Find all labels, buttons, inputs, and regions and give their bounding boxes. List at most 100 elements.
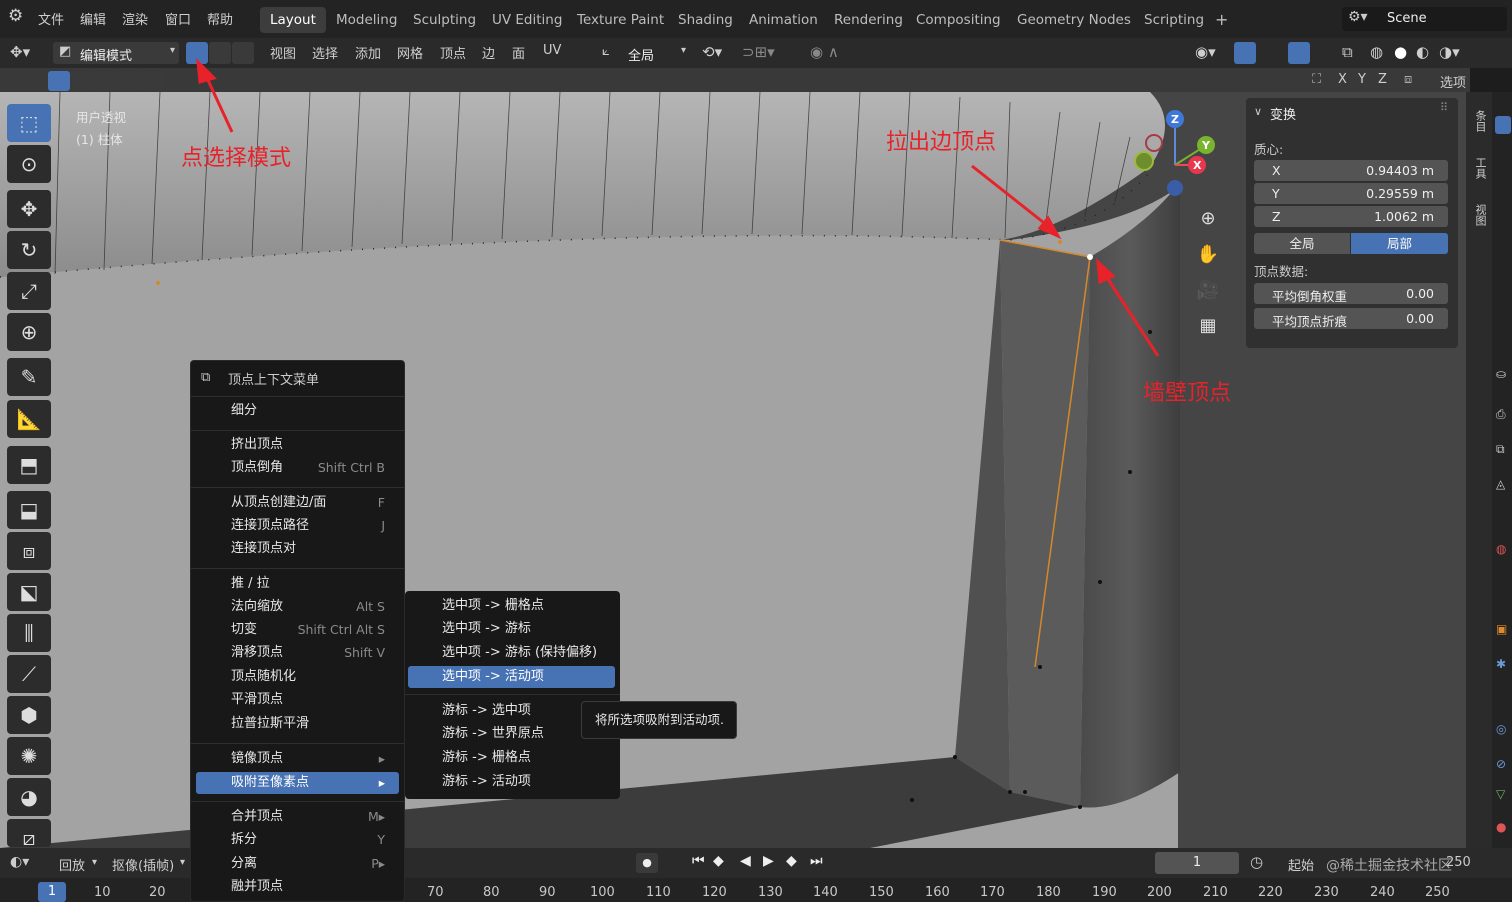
inset-tool[interactable]: ⧈ [7,532,51,570]
tab-item[interactable]: 条目 [1471,110,1487,132]
menu-item-slide-vertices[interactable]: 滑移顶点 Shift V [196,642,399,664]
median-y-field[interactable]: Y 0.29559 m [1254,183,1448,204]
properties-object-icon[interactable]: ▣ [1496,622,1507,636]
scale-tool[interactable]: ⤢ [7,272,51,310]
blender-logo-icon[interactable]: ⚙ [8,6,23,26]
prev-keyframe-icon[interactable]: ◆ [713,853,724,869]
select-intersect-button[interactable] [140,71,162,91]
menu-item-push-pull[interactable]: 推 / 拉 [196,573,399,595]
bevel-weight-field[interactable]: 平均倒角权重 0.00 [1254,283,1448,304]
tab-scripting[interactable]: Scripting [1134,7,1214,33]
mirror-z-toggle[interactable]: Z [1378,72,1387,87]
tab-shading[interactable]: Shading [668,7,743,33]
transform-section-title[interactable]: 变换 [1270,104,1296,123]
tab-compositing[interactable]: Compositing [906,7,1011,33]
jump-start-icon[interactable]: ⏮ [692,853,705,869]
menu-render[interactable]: 渲染 [122,9,148,28]
menu-item-new-edge-face[interactable]: 从顶点创建边/面 F [196,492,399,514]
gizmo-toggle-button[interactable] [1234,42,1256,64]
snap-icon[interactable]: ⊃⊞▾ [742,43,775,61]
menu-item-snap[interactable]: 吸附至像素点 ▸ [196,772,399,794]
tab-geometry-nodes[interactable]: Geometry Nodes [1007,7,1141,33]
submenu-item-cursor-to-grid[interactable]: 游标 -> 栅格点 [408,747,615,769]
submenu-item-selection-to-grid[interactable]: 选中项 -> 栅格点 [408,595,615,617]
overlay-toggle-button[interactable] [1288,42,1310,64]
shading-solid-icon[interactable]: ● [1394,43,1407,61]
edge-select-mode-button[interactable] [209,42,231,64]
face-select-mode-button[interactable] [232,42,254,64]
menu-item-randomize[interactable]: 顶点随机化 [196,666,399,688]
current-frame-field[interactable]: 1 [1155,852,1239,874]
menu-mesh[interactable]: 网格 [397,43,423,62]
menu-item-shear[interactable]: 切变 Shift Ctrl Alt S [196,619,399,641]
menu-item-merge[interactable]: 合并顶点 M▸ [196,806,399,828]
menu-uv[interactable]: UV [543,43,561,58]
menu-select[interactable]: 选择 [312,43,338,62]
select-invert-button[interactable] [117,71,139,91]
pan-hand-icon[interactable]: ✋ [1193,240,1223,270]
smooth-tool[interactable]: ◕ [7,778,51,816]
annotate-tool[interactable]: ✎ [7,358,51,396]
menu-item-shrink-fatten[interactable]: 法向缩放 Alt S [196,596,399,618]
global-toggle[interactable]: 全局 [1254,233,1350,254]
keying-menu[interactable]: 抠像(插帧) [112,855,174,874]
submenu-item-selection-to-cursor-offset[interactable]: 选中项 -> 游标 (保持偏移) [408,642,615,664]
median-z-field[interactable]: Z 1.0062 m [1254,206,1448,227]
properties-data-icon[interactable]: ▽ [1496,787,1505,801]
mode-selector[interactable]: ◩ 编辑模式 ▾ [53,42,179,64]
menu-face[interactable]: 面 [512,43,525,62]
loop-cut-tool[interactable]: ⫼ [7,614,51,652]
shading-rendered-icon[interactable]: ◑▾ [1439,43,1460,61]
shading-material-icon[interactable]: ◐ [1416,43,1429,61]
tab-tool[interactable]: 工具 [1471,157,1487,179]
crease-field[interactable]: 平均顶点折痕 0.00 [1254,308,1448,329]
visibility-icon[interactable]: ◉▾ [1195,43,1216,61]
submenu-item-selection-to-cursor[interactable]: 选中项 -> 游标 [408,618,615,640]
menu-window[interactable]: 窗口 [165,9,191,28]
mirror-y-toggle[interactable]: Y [1358,72,1366,87]
jump-end-icon[interactable]: ⏭ [810,853,823,869]
properties-render-icon[interactable]: ⛀ [1496,367,1506,381]
menu-view[interactable]: 视图 [270,43,296,62]
tab-modeling[interactable]: Modeling [326,7,407,33]
tab-animation[interactable]: Animation [739,7,828,33]
proportional-editing-icon[interactable]: ◉ ∧ [810,43,839,61]
knife-tool[interactable]: ⟋ [7,655,51,693]
auto-merge-icon[interactable]: ⧈ [1404,72,1412,87]
properties-world-icon[interactable]: ◍ [1496,542,1506,556]
menu-item-mirror[interactable]: 镜像顶点 ▸ [196,748,399,770]
menu-file[interactable]: 文件 [38,9,64,28]
options-dropdown[interactable]: 选项 [1440,72,1466,91]
shading-wireframe-icon[interactable]: ◍ [1370,43,1383,61]
tab-uv-editing[interactable]: UV Editing [482,7,572,33]
menu-item-separate[interactable]: 分离 P▸ [196,853,399,875]
perspective-grid-icon[interactable]: ▦ [1193,311,1223,341]
menu-edit[interactable]: 编辑 [80,9,106,28]
local-toggle[interactable]: 局部 [1351,233,1448,254]
menu-item-split[interactable]: 拆分 Y [196,829,399,851]
drag-handle-icon[interactable]: ⠿ [1440,101,1448,114]
submenu-item-cursor-to-active[interactable]: 游标 -> 活动项 [408,771,615,793]
next-keyframe-icon[interactable]: ◆ [786,853,797,869]
chevron-down-icon[interactable]: ∨ [1254,105,1262,118]
shear-tool[interactable]: ⧄ [7,819,51,850]
play-reverse-icon[interactable]: ◀ [740,853,751,869]
poly-build-tool[interactable]: ⬢ [7,696,51,734]
transform-orientation-selector[interactable]: ⟀ 全局 ▾ [598,42,690,64]
tab-rendering[interactable]: Rendering [824,7,913,33]
add-cube-tool[interactable]: ⬒ [7,446,51,484]
pivot-point-icon[interactable]: ⟲▾ [702,43,722,61]
zoom-icon[interactable]: ⊕ [1193,204,1223,234]
record-button[interactable]: ● [636,853,658,873]
menu-item-smooth[interactable]: 平滑顶点 [196,689,399,711]
clock-icon[interactable]: ◷ [1250,853,1263,871]
playback-menu[interactable]: 回放 [59,855,85,874]
current-frame-marker[interactable]: 1 [38,882,66,902]
measure-tool[interactable]: 📐 [7,400,51,438]
play-icon[interactable]: ▶ [763,853,774,869]
select-extend-button[interactable] [71,71,93,91]
cursor-tool[interactable]: ⊙ [7,145,51,183]
select-box-tool[interactable]: ⬚ [7,104,51,142]
scene-selector[interactable]: ⚙▾ Scene [1342,7,1507,31]
median-x-field[interactable]: X 0.94403 m [1254,160,1448,181]
